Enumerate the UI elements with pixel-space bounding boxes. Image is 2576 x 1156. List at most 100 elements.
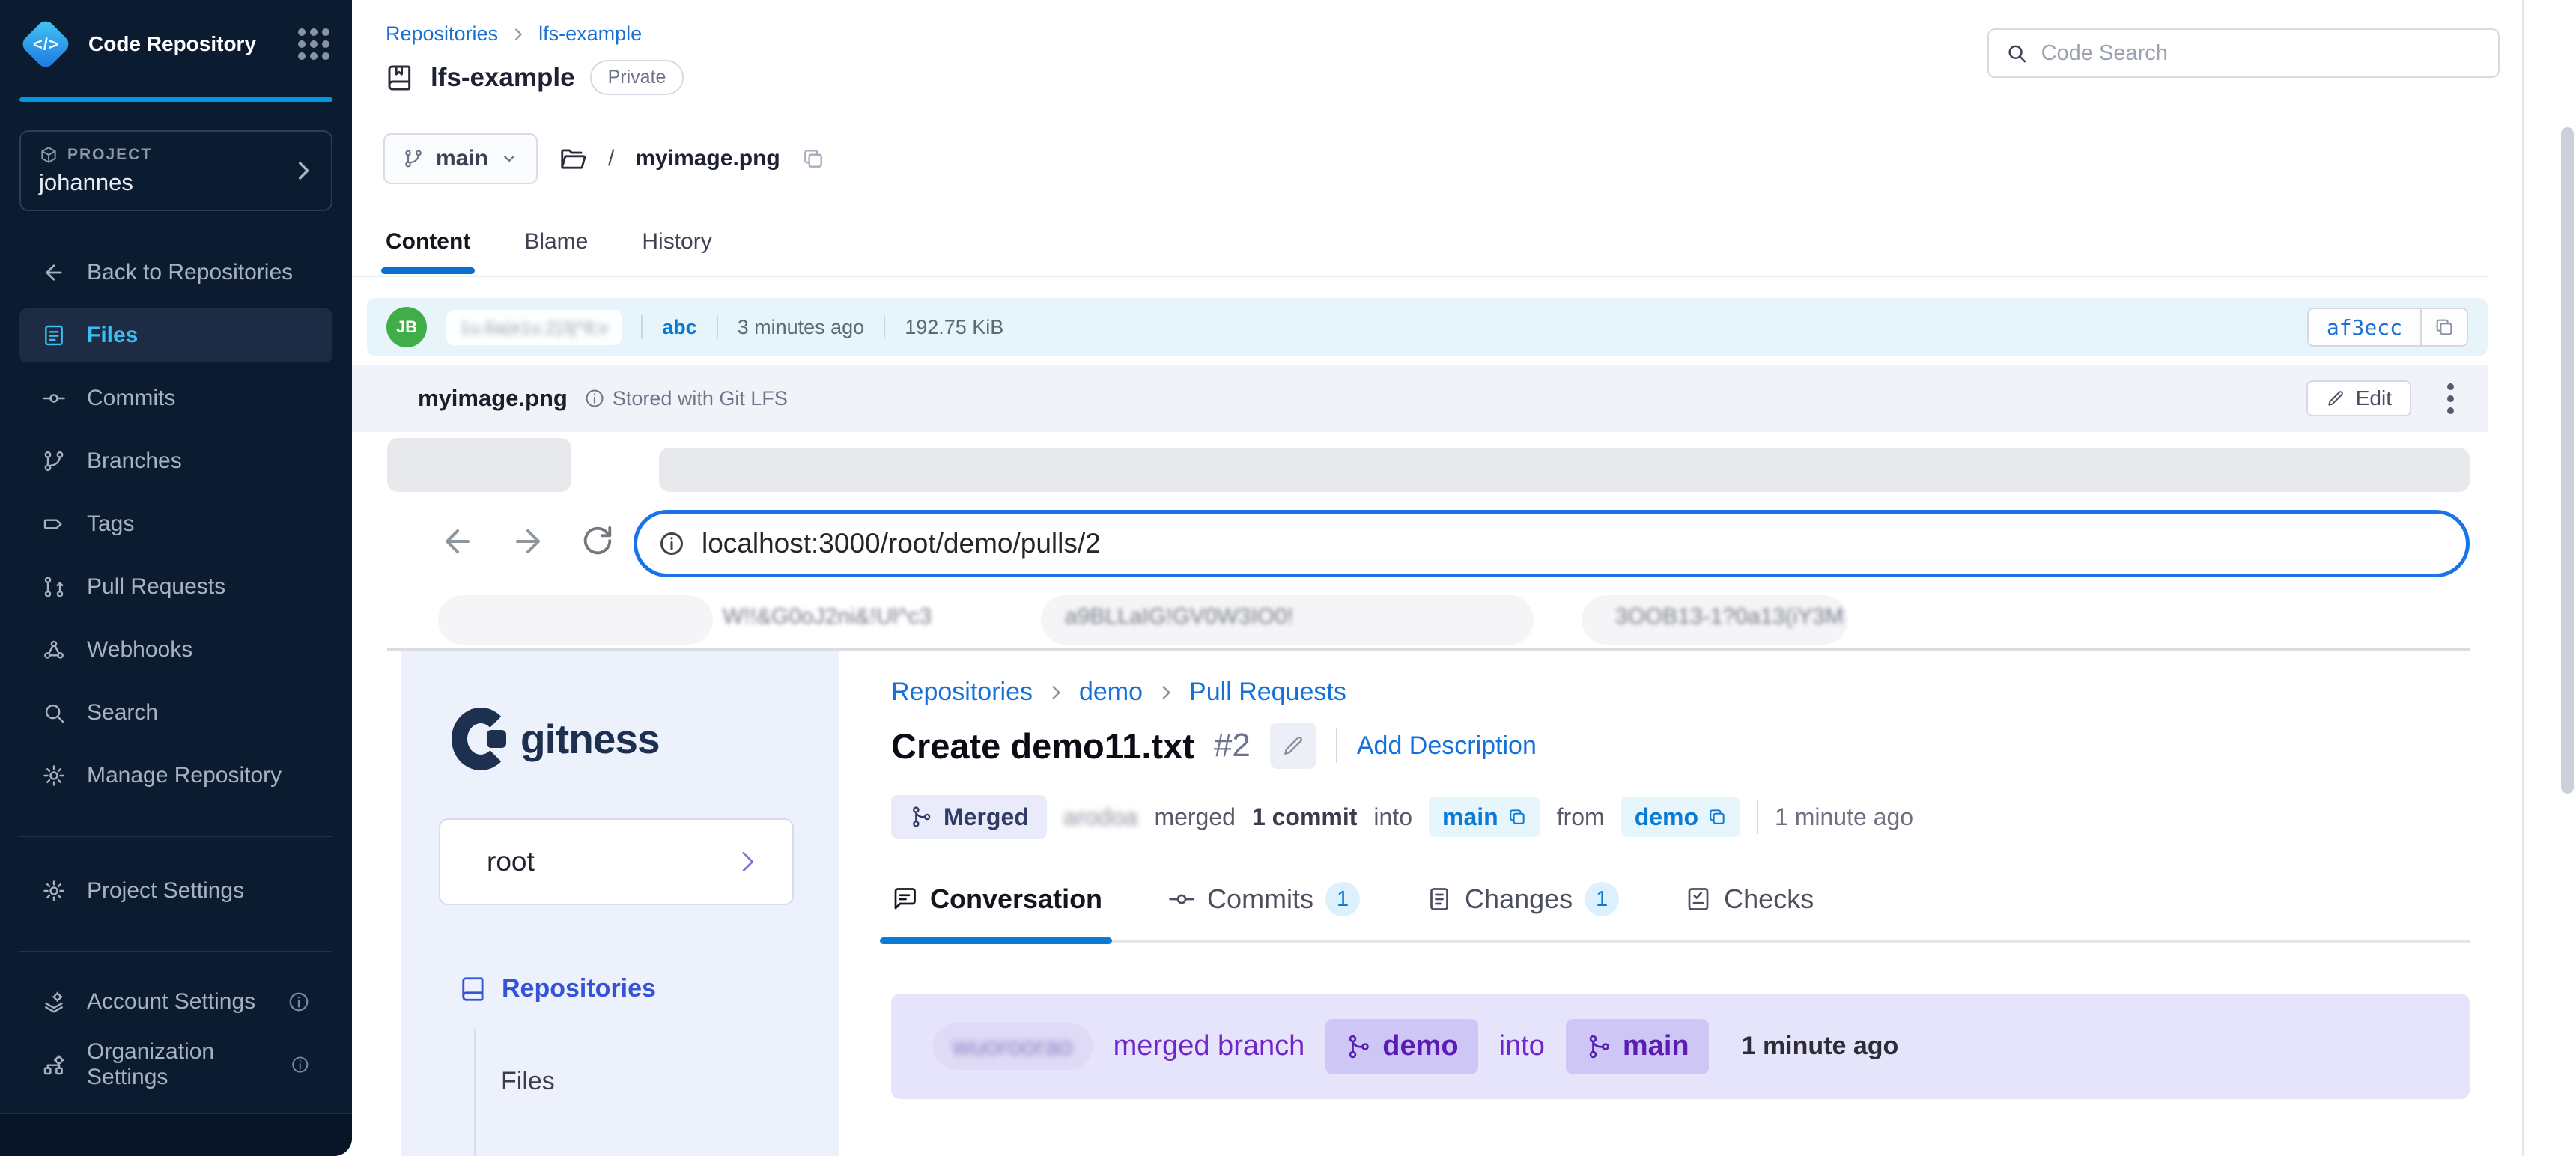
main-content: Repositories lfs-example lfs-example Pri… (352, 0, 2576, 1156)
commit-message-link[interactable]: abc (662, 316, 697, 339)
avatar: JB (386, 307, 427, 347)
code-search (1987, 28, 2500, 78)
webhook-icon (42, 638, 66, 662)
breadcrumb-current-link[interactable]: lfs-example (538, 22, 642, 46)
sidebar-item-back-to-repositories[interactable]: Back to Repositories (19, 246, 332, 299)
search-icon (2005, 41, 2028, 65)
search-icon (42, 701, 66, 725)
sidebar-item-search[interactable]: Search (19, 686, 332, 740)
commit-sha-chip: af3ecc (2307, 308, 2468, 347)
gitness-breadcrumb-section[interactable]: Pull Requests (1189, 678, 1346, 707)
breadcrumb-repositories-link[interactable]: Repositories (386, 22, 498, 46)
tab-conversation[interactable]: Conversation (891, 883, 1102, 915)
pr-title-row: Create demo11.txt #2 Add Description (891, 722, 1537, 769)
banner-source-branch-chip[interactable]: demo (1325, 1019, 1477, 1074)
copy-sha-button[interactable] (2420, 309, 2467, 345)
file-navigation-row: main / myimage.png (383, 133, 825, 184)
folder-icon (559, 144, 587, 173)
banner-author-redacted: wuoroorao (933, 1023, 1093, 1070)
edit-button[interactable]: Edit (2306, 380, 2411, 416)
copy-icon[interactable] (801, 147, 825, 171)
pr-state-badge: Merged (891, 795, 1047, 839)
sidebar-divider (19, 951, 332, 952)
breadcrumb: Repositories lfs-example (386, 22, 642, 46)
gitness-breadcrumb-repo[interactable]: demo (1079, 678, 1143, 707)
latest-commit-bar: JB 1u.6a(e1u.2)3j^8;v abc 3 minutes ago … (367, 298, 2488, 356)
speech-bubble-icon (891, 886, 918, 913)
sidebar-item-organization-settings[interactable]: Organization Settings (19, 1038, 332, 1092)
file-view-tabs: Content Blame History (386, 229, 712, 271)
tab-content[interactable]: Content (386, 229, 470, 271)
gitness-nav-files[interactable]: Files (501, 1067, 555, 1096)
pull-request-icon (42, 575, 66, 599)
divider (641, 315, 643, 339)
gitness-nav-repositories[interactable]: Repositories (460, 974, 656, 1003)
divider (1757, 800, 1758, 834)
browser-address-bar: localhost:3000/root/demo/pulls/2 (634, 510, 2470, 577)
sidebar-item-tags[interactable]: Tags (19, 497, 332, 551)
tab-commits[interactable]: Commits 1 (1168, 882, 1360, 916)
add-description-link[interactable]: Add Description (1357, 731, 1537, 761)
sidebar-item-branches[interactable]: Branches (19, 434, 332, 488)
commit-sha-link[interactable]: af3ecc (2309, 315, 2420, 340)
tab-blame[interactable]: Blame (524, 229, 588, 271)
commit-author-redacted: 1u.6a(e1u.2)3j^8;v (446, 310, 622, 345)
sidebar-item-account-settings[interactable]: Account Settings (19, 975, 332, 1029)
merge-time: 1 minute ago (1775, 803, 1913, 831)
pr-tabs: Conversation Commits 1 Changes 1 Ch (891, 882, 1814, 916)
sidebar-item-webhooks[interactable]: Webhooks (19, 623, 332, 677)
divider (717, 315, 718, 339)
merge-author-redacted: arodoa (1063, 803, 1138, 831)
target-branch-chip[interactable]: main (1429, 797, 1540, 837)
branch-name: main (436, 146, 488, 171)
banner-target-branch-chip[interactable]: main (1566, 1019, 1709, 1074)
browser-back-icon (440, 523, 476, 559)
code-search-input[interactable] (2041, 41, 2482, 66)
org-gear-icon (42, 1053, 66, 1077)
book-icon (460, 975, 488, 1003)
bookmark-text-redacted: 3OOB13-1?0a13(iY3M (1615, 604, 1844, 630)
nav-indent-line (474, 1029, 476, 1156)
app-title: Code Repository (88, 32, 256, 56)
sidebar-item-files[interactable]: Files (19, 308, 332, 362)
pr-title: Create demo11.txt (891, 725, 1194, 767)
divider (884, 315, 885, 339)
info-icon (288, 991, 310, 1013)
chevron-right-icon (1046, 683, 1066, 702)
path-separator: / (608, 146, 614, 171)
copy-icon (1707, 807, 1727, 827)
sidebar-item-manage-repository[interactable]: Manage Repository (19, 749, 332, 803)
file-name: myimage.png (418, 385, 568, 412)
page-scrollbar[interactable] (2561, 127, 2574, 794)
tab-history[interactable]: History (642, 229, 711, 271)
gear-icon (42, 879, 66, 903)
gitness-space-selector[interactable]: root (439, 818, 794, 905)
sidebar-item-pull-requests[interactable]: Pull Requests (19, 560, 332, 614)
bookmark-text-redacted: W!!&G0oJ2ni&!Ul^c3 (723, 604, 932, 630)
code-repository-logo-icon: </> (19, 18, 73, 71)
branch-icon (1585, 1033, 1612, 1060)
branch-selector[interactable]: main (383, 133, 538, 184)
project-selector[interactable]: PROJECT johannes (19, 130, 332, 211)
commits-count-badge: 1 (1325, 882, 1360, 916)
source-branch-chip[interactable]: demo (1621, 797, 1740, 837)
browser-url: localhost:3000/root/demo/pulls/2 (702, 528, 1101, 559)
project-name: johannes (39, 169, 313, 196)
merge-commit-count: 1 commit (1252, 803, 1357, 831)
branch-icon (1345, 1033, 1372, 1060)
module-grid-icon[interactable] (298, 28, 329, 60)
book-icon (386, 63, 416, 93)
commit-icon (1168, 886, 1195, 913)
gitness-breadcrumb-repositories[interactable]: Repositories (891, 678, 1033, 707)
chevron-right-icon (510, 26, 526, 43)
tab-changes[interactable]: Changes 1 (1426, 882, 1619, 916)
branch-icon (403, 148, 424, 169)
page-info-icon (658, 530, 685, 557)
sidebar-item-commits[interactable]: Commits (19, 371, 332, 425)
tab-checks[interactable]: Checks (1685, 883, 1814, 915)
edit-title-button[interactable] (1270, 722, 1316, 769)
more-options-icon[interactable] (2447, 383, 2454, 414)
sidebar-item-project-settings[interactable]: Project Settings (19, 864, 332, 918)
active-tab-underline (880, 937, 1112, 944)
file-size: 192.75 KiB (905, 316, 1003, 339)
